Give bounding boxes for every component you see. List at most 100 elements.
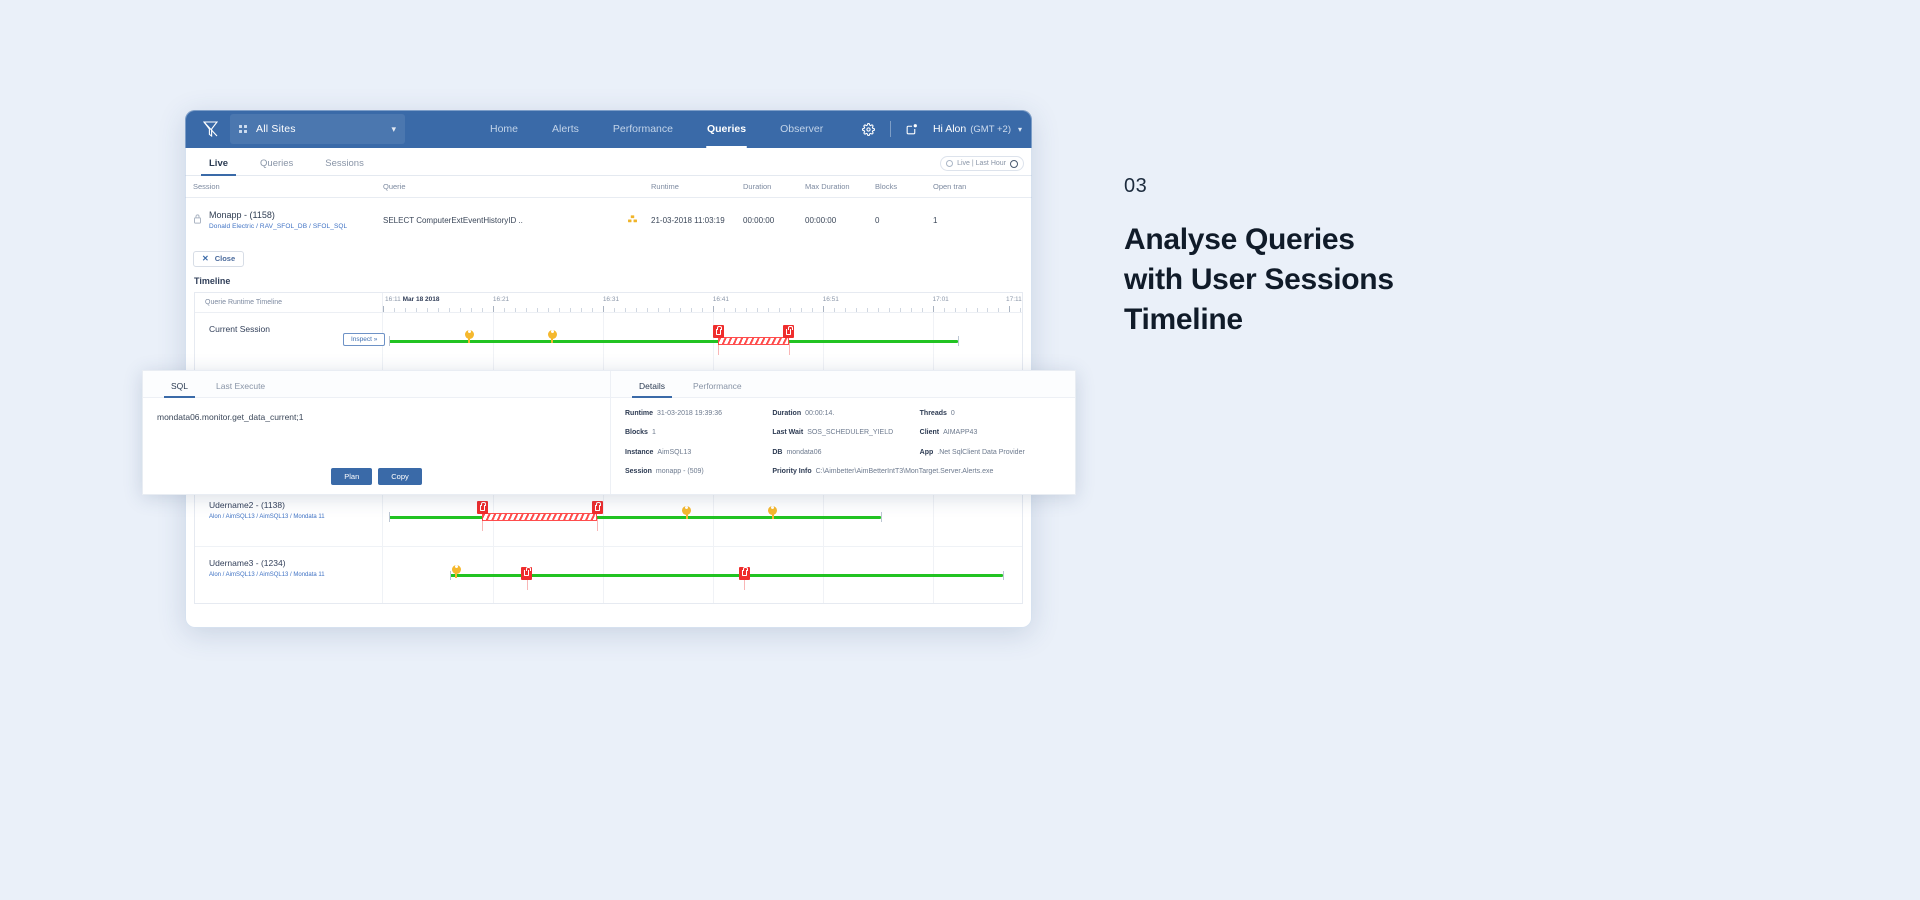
wait-pin-icon[interactable]	[464, 327, 474, 343]
user-menu[interactable]: Hi Alon (GMT +2) ▾	[933, 123, 1022, 135]
timeline-row-label: Udername2 - (1138) Alon / AimSQL13 / Aim…	[195, 488, 383, 546]
timeline-row-path[interactable]: Alon / AimSQL13 / AimSQL13 / Mondata 11	[209, 514, 382, 520]
tab-live[interactable]: Live	[193, 158, 244, 176]
field-db: DB mondata06	[772, 448, 822, 456]
lock-flag-icon[interactable]	[476, 501, 488, 514]
site-selector[interactable]: All Sites ▾	[230, 114, 405, 144]
table-row[interactable]: Monapp - (1158) Donald Electric / RAV_SF…	[185, 198, 1032, 242]
lock-flag-icon[interactable]	[521, 566, 533, 580]
wait-pin-icon[interactable]	[768, 503, 778, 519]
chevron-down-icon: ▾	[1017, 125, 1022, 134]
tab-performance[interactable]: Performance	[679, 381, 756, 397]
notification-window-icon[interactable]	[897, 110, 927, 148]
tab-queries[interactable]: Queries	[244, 158, 309, 175]
nav-item-observer[interactable]: Observer	[763, 110, 840, 148]
timeline-tick-3: 16:41	[712, 295, 729, 303]
app-window: All Sites ▾ Home Alerts Performance Quer…	[185, 110, 1032, 628]
field-threads: Threads 0	[919, 410, 955, 417]
wait-pin-icon[interactable]	[547, 327, 557, 343]
col-open-tran: Open tran	[933, 182, 967, 191]
close-x-icon: ✕	[202, 254, 209, 263]
wait-pin-icon[interactable]	[682, 503, 692, 519]
headline-line-1: Analyse Queries	[1124, 223, 1355, 256]
session-bar	[389, 339, 959, 343]
row-session-subtitle[interactable]: Donald Electric / RAV_SFOL_DB / SFOL_SQL	[209, 223, 347, 230]
header-divider	[889, 121, 891, 137]
live-range-control[interactable]: Live | Last Hour	[940, 156, 1024, 171]
user-timezone: (GMT +2)	[970, 124, 1011, 135]
nav-item-home[interactable]: Home	[473, 110, 535, 148]
detail-left-tabs: SQL Last Execute	[143, 371, 610, 398]
nav-item-queries[interactable]: Queries	[690, 110, 763, 148]
query-table-header: Session Querie Runtime Duration Max Dura…	[185, 176, 1032, 198]
timeline-tick-0: 16:11 Mar 18 2018	[385, 295, 440, 303]
gear-icon[interactable]	[854, 110, 884, 148]
user-greeting: Hi Alon	[932, 123, 967, 135]
timeline-tick-1: 16:21	[492, 295, 510, 303]
timeline-row[interactable]: Udername3 - (1234) Alon / AimSQL13 / Aim…	[195, 546, 1022, 603]
timeline-track	[383, 546, 1022, 603]
close-row: ✕ Close	[185, 242, 1032, 271]
tab-details[interactable]: Details	[625, 381, 679, 398]
header-actions: Hi Alon (GMT +2) ▾	[854, 110, 1032, 148]
timeline-column-header: Querie Runtime Timeline	[195, 292, 383, 312]
lock-icon	[193, 213, 202, 227]
wait-pin-icon[interactable]	[451, 562, 461, 578]
inspect-button[interactable]: Inspect »	[343, 332, 386, 346]
timeline-row[interactable]: Current Session Inspect »	[195, 312, 1022, 371]
lock-flag-icon[interactable]	[712, 325, 724, 338]
detail-fields-grid: Runtime 31-03-2018 19:39:36 Duration 00:00…	[611, 398, 1075, 477]
close-button[interactable]: ✕ Close	[193, 250, 245, 267]
tab-sql[interactable]: SQL	[157, 381, 202, 398]
plan-button[interactable]: Plan	[331, 468, 373, 485]
caption-block: 03 Analyse Queries with User Sessions Ti…	[1124, 175, 1544, 340]
timeline-row-path[interactable]: Alon / AimSQL13 / AimSQL13 / Mondata 11	[209, 572, 382, 578]
row-runtime: 21-03-2018 11:03:19	[651, 215, 725, 225]
lock-flag-icon[interactable]	[738, 566, 750, 580]
field-client: Client AIMAPP43	[919, 429, 978, 437]
blocked-span	[718, 337, 789, 345]
lock-flag-icon[interactable]	[591, 501, 603, 514]
timeline-tick-2: 16:31	[602, 295, 620, 303]
timeline-row-name: Udername3 - (1234)	[209, 557, 286, 568]
query-table: Session Querie Runtime Duration Max Dura…	[185, 176, 1032, 242]
copy-button[interactable]: Copy	[378, 468, 422, 485]
field-duration: Duration 00:00:14.	[772, 410, 835, 417]
row-blocks: 0	[875, 215, 880, 225]
tab-sessions[interactable]: Sessions	[309, 158, 380, 175]
app-logo-icon[interactable]	[193, 121, 227, 137]
page-title: Analyse Queries with User Sessions Timel…	[1124, 220, 1544, 340]
tab-last-execute[interactable]: Last Execute	[202, 381, 279, 397]
detail-panel-right: Details Performance Runtime 31-03-2018 19…	[611, 371, 1075, 494]
timeline-tick-4: 16:51	[822, 295, 839, 303]
field-runtime: Runtime 31-03-2018 19:39:36	[625, 410, 722, 417]
row-max-duration: 00:00:00	[805, 215, 837, 225]
live-range-label: Live | Last Hour	[957, 160, 1006, 167]
timeline-heading: Timeline	[194, 275, 231, 286]
lock-flag-icon[interactable]	[783, 325, 795, 338]
nav-item-alerts[interactable]: Alerts	[535, 110, 596, 148]
chevron-down-icon: ▾	[391, 123, 396, 134]
headline-line-2: with User Sessions	[1124, 262, 1394, 296]
site-selector-label: All Sites	[256, 123, 296, 135]
record-icon	[1010, 159, 1018, 168]
detail-right-tabs: Details Performance	[611, 371, 1075, 398]
timeline-tickmarks	[383, 305, 1022, 312]
sql-actions: Plan Copy	[143, 468, 610, 494]
top-navigation-bar: All Sites ▾ Home Alerts Performance Quer…	[185, 110, 1032, 148]
caption-number: 03	[1124, 175, 1148, 197]
blocked-warning-icon	[613, 214, 651, 227]
timeline-track	[383, 488, 1022, 546]
timeline-row[interactable]: Udername2 - (1138) Alon / AimSQL13 / Aim…	[195, 488, 1022, 547]
timeline-tick-6: 17:11	[1006, 295, 1022, 303]
sub-tabs: Live Queries Sessions Live | Last Hour	[185, 148, 1032, 176]
field-instance: Instance AimSQL13	[625, 448, 692, 456]
clock-icon	[946, 160, 954, 167]
row-session-cell: Monapp - (1158) Donald Electric / RAV_SF…	[193, 210, 383, 230]
session-bar	[389, 515, 882, 519]
col-max-duration: Max Duration	[805, 182, 850, 191]
row-session-title: Monapp - (1158)	[209, 210, 275, 220]
col-querie: Querie	[383, 182, 406, 191]
nav-item-performance[interactable]: Performance	[596, 110, 690, 148]
col-session: Session	[193, 182, 220, 191]
